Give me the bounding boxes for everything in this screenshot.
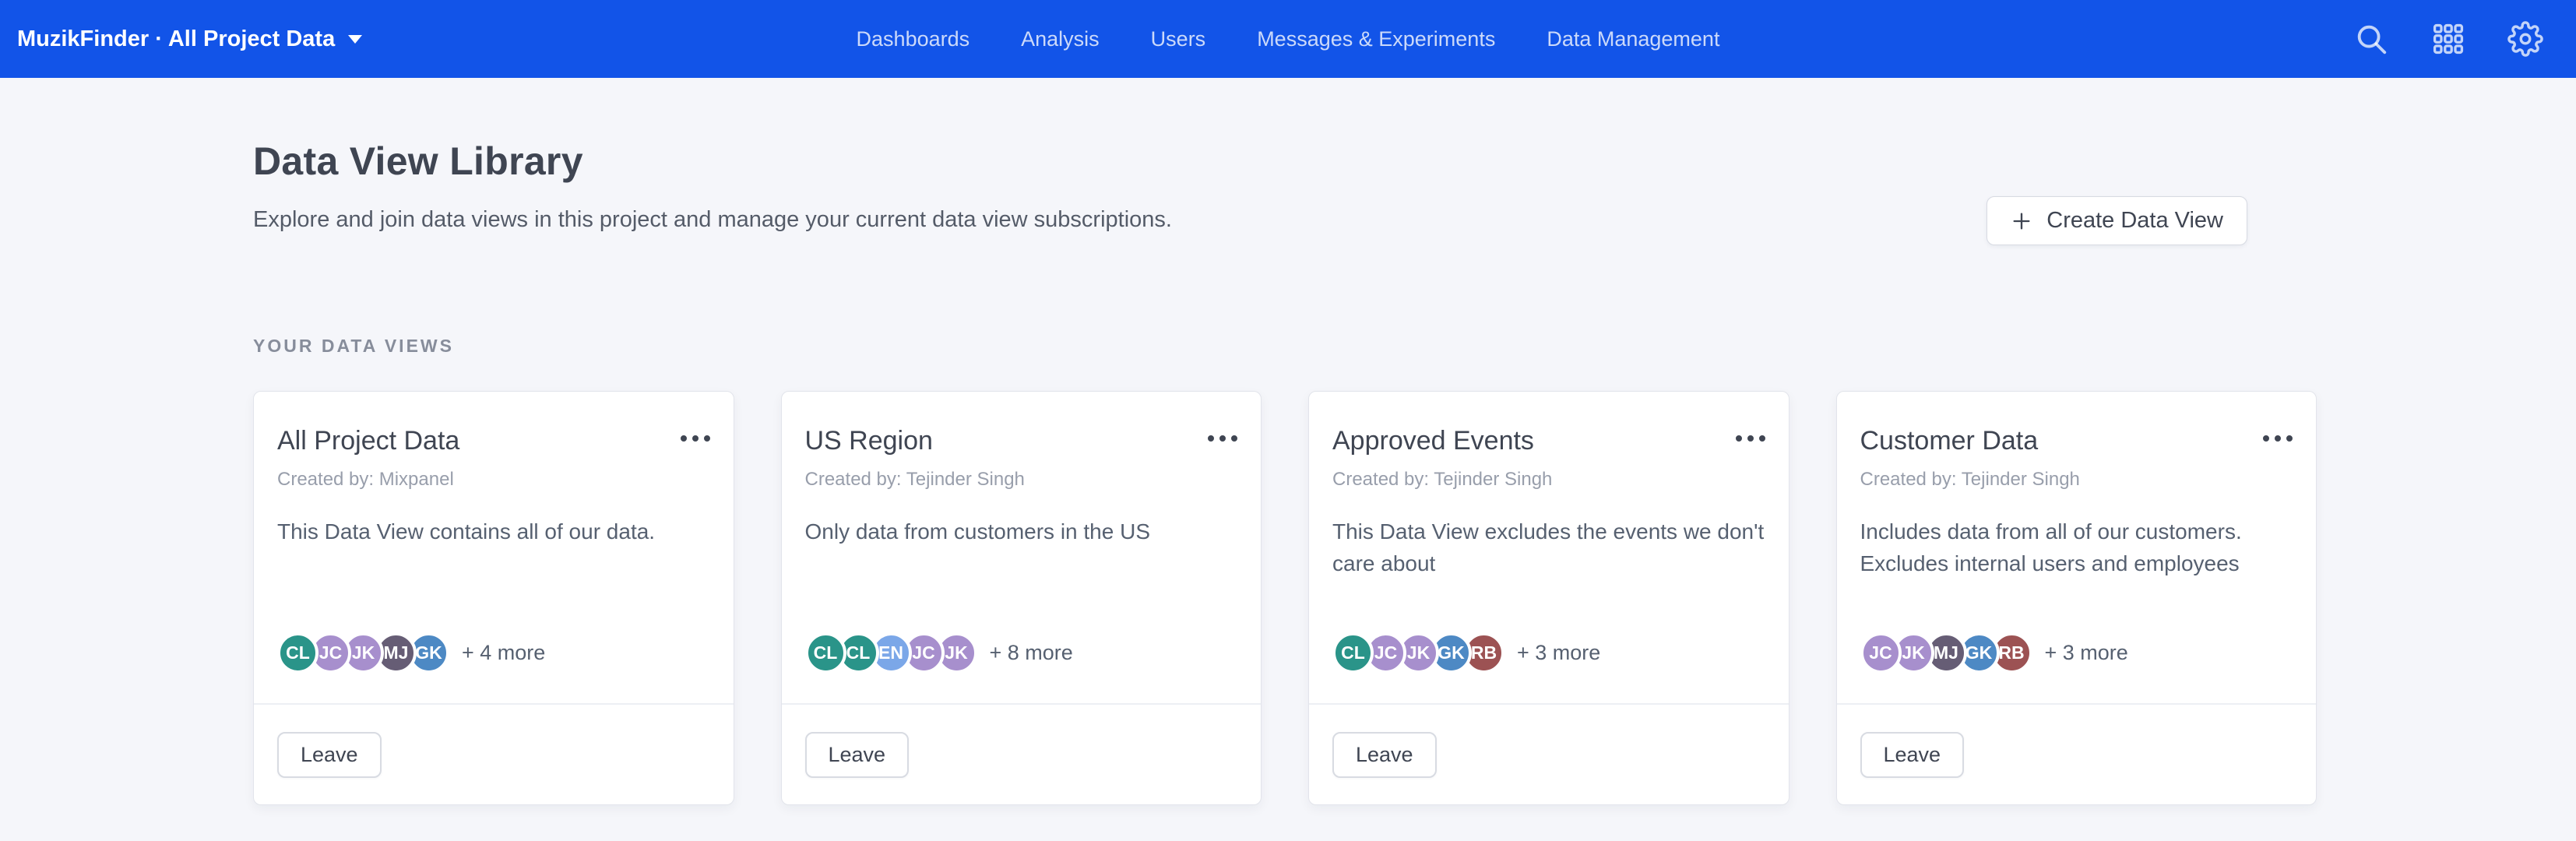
card-created-by: Created by: Tejinder Singh	[805, 469, 1238, 491]
data-view-card-all-project-data: All Project Data Created by: Mixpanel Th…	[253, 391, 734, 805]
card-members: JC JK MJ GK RB + 3 more	[1860, 632, 2293, 674]
apps-grid-button[interactable]	[2431, 22, 2465, 56]
search-button[interactable]	[2353, 21, 2389, 57]
project-selector-label: MuzikFinder · All Project Data	[17, 26, 335, 52]
card-menu-button[interactable]	[2263, 426, 2293, 442]
dot-icon	[1208, 435, 1214, 442]
card-title: Customer Data	[1860, 426, 2039, 456]
dot-icon	[704, 435, 710, 442]
card-title: All Project Data	[277, 426, 459, 456]
card-menu-button[interactable]	[1736, 426, 1765, 442]
card-title: Approved Events	[1332, 426, 1534, 456]
card-footer: Leave	[277, 705, 710, 804]
page-header: Data View Library Explore and join data …	[253, 78, 2317, 233]
card-footer: Leave	[805, 705, 1238, 804]
card-created-by: Created by: Tejinder Singh	[1860, 469, 2293, 491]
more-members-label: + 3 more	[1517, 641, 1600, 665]
search-icon	[2353, 21, 2389, 57]
avatar: CL	[277, 632, 318, 674]
dot-icon	[2275, 435, 2281, 442]
settings-button[interactable]	[2507, 21, 2543, 57]
card-menu-button[interactable]	[1208, 426, 1237, 442]
page-content: Data View Library Explore and join data …	[0, 78, 2576, 805]
section-label-your-data-views: YOUR DATA VIEWS	[253, 336, 2317, 357]
page-subtitle: Explore and join data views in this proj…	[253, 207, 1172, 233]
project-selector[interactable]: MuzikFinder · All Project Data	[17, 26, 363, 52]
avatar: JC	[1860, 632, 1902, 674]
apps-grid-icon	[2431, 22, 2465, 56]
dot-icon	[1747, 435, 1754, 442]
nav-item-dashboards[interactable]: Dashboards	[857, 27, 970, 51]
card-footer: Leave	[1332, 705, 1765, 804]
main-nav: Dashboards Analysis Users Messages & Exp…	[857, 27, 1720, 51]
leave-button[interactable]: Leave	[277, 732, 382, 778]
dot-icon	[2286, 435, 2293, 442]
card-head: All Project Data	[277, 426, 710, 456]
card-members: CL CL EN JC JK + 8 more	[805, 632, 1238, 674]
plus-icon	[2011, 210, 2032, 232]
card-title: US Region	[805, 426, 933, 456]
nav-item-analysis[interactable]: Analysis	[1021, 27, 1100, 51]
more-members-label: + 4 more	[462, 641, 545, 665]
dot-icon	[1231, 435, 1237, 442]
more-members-label: + 3 more	[2045, 641, 2128, 665]
card-created-by: Created by: Tejinder Singh	[1332, 469, 1765, 491]
data-view-card-approved-events: Approved Events Created by: Tejinder Sin…	[1308, 391, 1789, 805]
card-created-by: Created by: Mixpanel	[277, 469, 710, 491]
card-head: Approved Events	[1332, 426, 1765, 456]
data-view-card-customer-data: Customer Data Created by: Tejinder Singh…	[1836, 391, 2317, 805]
more-members-label: + 8 more	[990, 641, 1073, 665]
nav-item-messages-experiments[interactable]: Messages & Experiments	[1257, 27, 1495, 51]
dot-icon	[1759, 435, 1765, 442]
settings-gear-icon	[2507, 21, 2543, 57]
dot-icon	[1736, 435, 1742, 442]
dot-icon	[681, 435, 687, 442]
leave-button[interactable]: Leave	[805, 732, 910, 778]
avatar: CL	[805, 632, 846, 674]
create-data-view-button[interactable]: Create Data View	[1987, 196, 2247, 245]
page-title: Data View Library	[253, 139, 1172, 184]
leave-button[interactable]: Leave	[1332, 732, 1437, 778]
create-data-view-label: Create Data View	[2046, 208, 2223, 234]
avatar: CL	[1332, 632, 1374, 674]
card-footer: Leave	[1860, 705, 2293, 804]
data-view-cards-row: All Project Data Created by: Mixpanel Th…	[253, 391, 2317, 805]
card-description: Only data from customers in the US	[805, 516, 1238, 632]
page-header-text: Data View Library Explore and join data …	[253, 78, 1172, 233]
card-description: Includes data from all of our customers.…	[1860, 516, 2293, 632]
card-description: This Data View excludes the events we do…	[1332, 516, 1765, 632]
nav-item-data-management[interactable]: Data Management	[1547, 27, 1719, 51]
dot-icon	[2263, 435, 2269, 442]
chevron-down-icon	[347, 34, 363, 44]
card-description: This Data View contains all of our data.	[277, 516, 710, 632]
card-menu-button[interactable]	[681, 426, 710, 442]
data-view-card-us-region: US Region Created by: Tejinder Singh Onl…	[781, 391, 1262, 805]
nav-icon-group	[2353, 21, 2543, 57]
dot-icon	[1219, 435, 1226, 442]
card-head: Customer Data	[1860, 426, 2293, 456]
top-nav-bar: MuzikFinder · All Project Data Dashboard…	[0, 0, 2576, 78]
leave-button[interactable]: Leave	[1860, 732, 1965, 778]
card-members: CL JC JK MJ GK + 4 more	[277, 632, 710, 674]
card-members: CL JC JK GK RB + 3 more	[1332, 632, 1765, 674]
card-head: US Region	[805, 426, 1238, 456]
dot-icon	[692, 435, 699, 442]
nav-item-users[interactable]: Users	[1151, 27, 1206, 51]
